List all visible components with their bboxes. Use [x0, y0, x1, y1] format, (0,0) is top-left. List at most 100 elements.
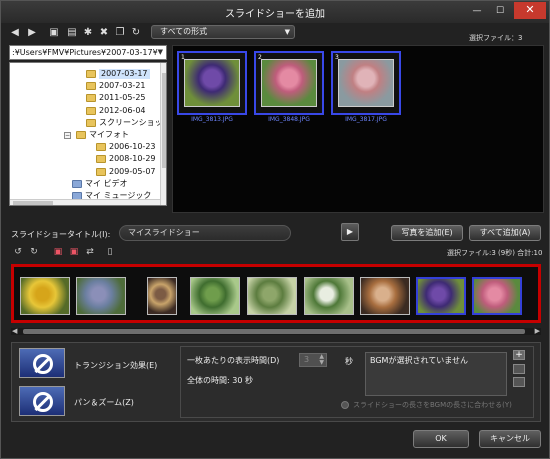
- transition-effect-button[interactable]: [19, 348, 65, 378]
- tree-collapse-icon[interactable]: −: [64, 132, 71, 139]
- slideshow-filmstrip: [11, 264, 541, 323]
- folder-path-select[interactable]: :¥Users¥FMV¥Pictures¥2007-03-17¥ ▼: [9, 45, 167, 60]
- slide-tools: ↺ ↻ ▣ ▣ ⇄ ▯: [9, 245, 149, 261]
- filmstrip-slide[interactable]: [304, 277, 354, 315]
- photo-thumbnail[interactable]: 2: [254, 51, 324, 115]
- add-photo-button[interactable]: 写真を追加(E): [391, 225, 463, 241]
- rotate-left-icon[interactable]: ↺: [11, 245, 25, 259]
- tree-item-label: マイフォト: [89, 130, 129, 139]
- folder-icon: [96, 155, 106, 164]
- folder-remove-icon[interactable]: ✖: [97, 26, 111, 39]
- duration-label: 一枚あたりの表示時間(D): [187, 356, 280, 365]
- chevron-down-icon: ▼: [284, 28, 290, 36]
- filmstrip-slide[interactable]: [416, 277, 466, 315]
- delete-photo-icon[interactable]: ▣: [51, 245, 65, 259]
- add-bgm-button[interactable]: +: [513, 350, 525, 360]
- duration-unit: 秒: [345, 357, 353, 366]
- filmstrip-scrollbar[interactable]: ◀ ▶: [11, 327, 541, 335]
- no-effect-icon: [33, 354, 53, 374]
- back-arrow-icon[interactable]: ◀: [8, 26, 22, 39]
- effects-panel: トランジション効果(E) パン＆ズーム(Z) 一枚あたりの表示時間(D) 3 ▲…: [11, 342, 541, 422]
- folder-path-value: :¥Users¥FMV¥Pictures¥2007-03-17¥: [12, 48, 158, 57]
- fit-to-bgm-checkbox[interactable]: [341, 401, 349, 409]
- slideshow-title-label: スライドショータイトル(I):: [11, 230, 111, 239]
- minimize-button[interactable]: —: [467, 4, 487, 18]
- play-button[interactable]: ▶: [341, 223, 359, 241]
- selection-summary: 選択ファイル:3 (9秒) 合計:10: [447, 249, 543, 257]
- total-duration: 全体の時間: 30 秒: [187, 376, 253, 385]
- selected-file-count: 選択ファイル：3: [469, 34, 523, 42]
- tree-item-label: 2011-05-25: [99, 93, 146, 103]
- photo-image: [338, 59, 394, 107]
- toolbar: ◀ ▶ ▣ ▤ ✱ ✖ ❐ ↻ すべての形式 ▼: [5, 24, 545, 42]
- folder-copy-icon[interactable]: ❐: [113, 26, 127, 39]
- filmstrip-slide[interactable]: [20, 277, 70, 315]
- ok-button[interactable]: OK: [413, 430, 469, 448]
- chevron-down-icon: ▼: [157, 48, 163, 56]
- scroll-left-icon[interactable]: ◀: [12, 327, 17, 335]
- cancel-button[interactable]: キャンセル: [479, 430, 541, 448]
- no-effect-icon: [33, 392, 53, 412]
- folder-icon: [86, 118, 96, 127]
- tree-item-label: 2006-10-23: [109, 142, 156, 152]
- photo-image: [184, 59, 240, 107]
- folder-star-icon[interactable]: ✱: [81, 26, 95, 39]
- slideshow-title-input[interactable]: マイスライドショー: [119, 225, 291, 241]
- folder-tree: 2007-03-17 2007-03-21 2011-05-25 2012-06-04…: [9, 62, 167, 206]
- remove-bgm-button[interactable]: [513, 364, 525, 374]
- duration-value: 3: [304, 355, 310, 364]
- tree-item-label: 2008-10-29: [109, 154, 156, 164]
- delete-all-icon[interactable]: ▣: [67, 245, 81, 259]
- photo-browser: 1 IMG_3813.JPG 2 IMG_3848.JPG 3 IMG_3817.JPG: [172, 45, 544, 213]
- format-filter-value: すべての形式: [160, 27, 208, 36]
- filmstrip-slide[interactable]: [360, 277, 410, 315]
- filmstrip-slide[interactable]: [76, 277, 126, 315]
- scroll-right-icon[interactable]: ▶: [535, 327, 540, 335]
- filmstrip-slide[interactable]: [472, 277, 522, 315]
- tree-item-label: スクリーンショット: [99, 117, 167, 127]
- tree-item-label: 2012-06-04: [99, 105, 146, 115]
- bgm-list[interactable]: BGMが選択されていません: [365, 352, 507, 396]
- title-bar: スライドショーを追加 — ☐ ✕: [1, 1, 549, 23]
- close-button[interactable]: ✕: [514, 2, 546, 19]
- pan-zoom-button[interactable]: [19, 386, 65, 416]
- timing-bgm-settings: 一枚あたりの表示時間(D) 3 ▲ ▼ 秒 全体の時間: 30 秒 BGMが選択さ…: [180, 346, 534, 418]
- scroll-thumb[interactable]: [162, 73, 166, 168]
- folder-icon: [96, 143, 106, 152]
- tree-horizontal-scrollbar[interactable]: [10, 199, 160, 205]
- pan-zoom-label: パン＆ズーム(Z): [74, 398, 134, 407]
- filmstrip-slide[interactable]: [190, 277, 240, 315]
- photo-filename: IMG_3813.JPG: [191, 116, 233, 123]
- tree-item-label: 2007-03-17: [99, 69, 150, 79]
- folder-icon: [72, 179, 82, 188]
- bgm-settings-button[interactable]: [513, 377, 525, 387]
- scroll-thumb[interactable]: [13, 201, 53, 205]
- forward-arrow-icon[interactable]: ▶: [25, 26, 39, 39]
- photo-thumbnail[interactable]: 1: [177, 51, 247, 115]
- duration-stepper[interactable]: 3 ▲ ▼: [299, 353, 327, 367]
- filmstrip-slide[interactable]: [147, 277, 177, 315]
- scroll-thumb[interactable]: [23, 329, 525, 334]
- tree-item-label: 2009-05-07: [109, 166, 156, 176]
- refresh-icon[interactable]: ↻: [129, 26, 143, 39]
- add-all-button[interactable]: すべて追加(A): [469, 225, 541, 241]
- tree-item-label: 2007-03-21: [99, 81, 146, 91]
- photo-filename: IMG_3848.JPG: [268, 116, 310, 123]
- photo-image: [261, 59, 317, 107]
- format-filter-select[interactable]: すべての形式 ▼: [151, 25, 295, 39]
- stepper-arrows-icon: ▲ ▼: [319, 353, 324, 366]
- filmstrip-slide[interactable]: [247, 277, 297, 315]
- maximize-button[interactable]: ☐: [490, 4, 510, 18]
- page-icon[interactable]: ▯: [103, 245, 117, 259]
- rotate-right-icon[interactable]: ↻: [27, 245, 41, 259]
- photo-thumbnail[interactable]: 3: [331, 51, 401, 115]
- slideshow-add-dialog: スライドショーを追加 — ☐ ✕ ◀ ▶ ▣ ▤ ✱ ✖ ❐ ↻ すべての形式 …: [0, 0, 550, 459]
- folder-icon: [86, 82, 96, 91]
- folder-icon: [86, 70, 96, 78]
- folder-up-icon[interactable]: ▣: [47, 26, 61, 39]
- folder-icon[interactable]: ▤: [65, 26, 79, 39]
- folder-icon: [86, 106, 96, 115]
- move-photo-icon[interactable]: ⇄: [83, 245, 97, 259]
- tree-vertical-scrollbar[interactable]: [160, 63, 166, 205]
- transition-effect-label: トランジション効果(E): [74, 361, 158, 370]
